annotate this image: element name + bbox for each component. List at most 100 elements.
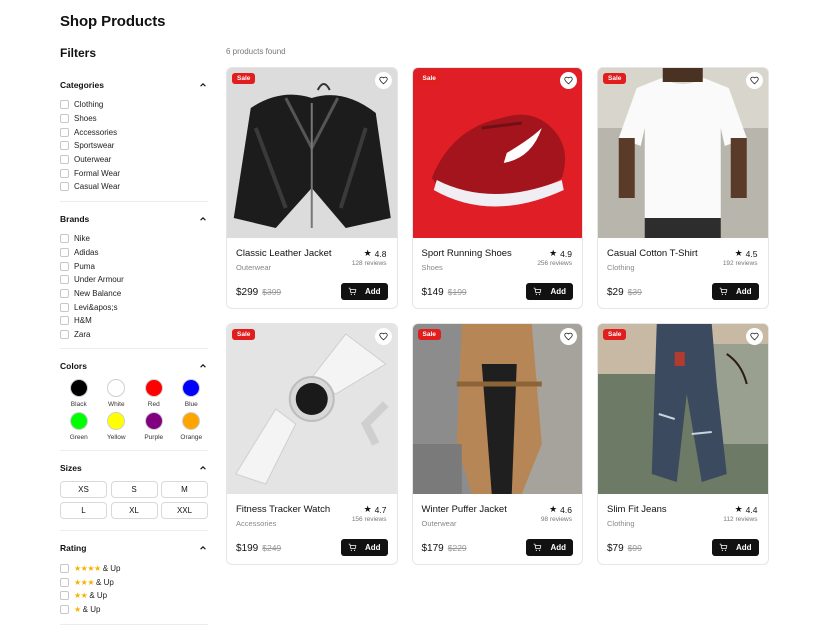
checkbox[interactable] — [60, 155, 69, 165]
heart-icon[interactable] — [374, 328, 392, 345]
brand-option[interactable]: Zara — [60, 328, 208, 342]
brand-option[interactable]: New Balance — [60, 287, 208, 301]
checkbox[interactable] — [60, 288, 69, 298]
checkbox[interactable] — [60, 302, 69, 312]
add-to-cart-button[interactable]: Add — [526, 282, 573, 300]
color-swatch[interactable] — [144, 379, 163, 398]
add-button-label: Add — [550, 542, 566, 552]
color-option[interactable]: Yellow — [98, 412, 136, 441]
product-image[interactable]: Sale — [412, 68, 582, 238]
checkbox[interactable] — [60, 316, 69, 326]
rating-label: & Up — [102, 563, 121, 573]
color-option[interactable]: Red — [135, 379, 173, 408]
color-option[interactable]: Green — [60, 412, 98, 441]
product-image[interactable]: Sale — [598, 324, 768, 494]
checkbox[interactable] — [60, 182, 69, 192]
size-button[interactable]: L — [60, 502, 107, 520]
checkbox[interactable] — [60, 100, 69, 110]
heart-icon[interactable] — [560, 328, 577, 345]
brand-option[interactable]: Under Armour — [60, 273, 208, 287]
product-card[interactable]: Sale Slim Fit Jeans Clothing ★ 4.4 112 review… — [597, 323, 769, 565]
size-button[interactable]: M — [161, 481, 208, 499]
sizes-header[interactable]: Sizes — [60, 459, 208, 477]
size-button[interactable]: XL — [110, 502, 158, 520]
chevron-up-icon[interactable] — [198, 214, 208, 224]
checkbox[interactable] — [60, 141, 69, 151]
brand-option[interactable]: Nike — [60, 232, 208, 246]
rating-option[interactable]: ★★★ & Up — [60, 575, 208, 589]
checkbox[interactable] — [60, 127, 69, 137]
color-option[interactable]: Orange — [173, 412, 211, 441]
color-swatch[interactable] — [144, 412, 163, 431]
checkbox[interactable] — [60, 563, 69, 573]
checkbox[interactable] — [60, 234, 69, 244]
category-option[interactable]: Clothing — [60, 98, 208, 112]
size-button[interactable]: S — [110, 481, 158, 499]
product-card[interactable]: Sale Winter Puffer Jacket Outerwear ★ 4.6 98 … — [411, 323, 583, 565]
checkbox[interactable] — [60, 247, 69, 257]
checkbox[interactable] — [60, 114, 69, 124]
chevron-up-icon[interactable] — [198, 463, 208, 473]
color-swatch[interactable] — [107, 412, 126, 431]
star-icon: ★ — [549, 248, 558, 258]
chevron-up-icon[interactable] — [198, 543, 208, 553]
review-count: 112 reviews — [723, 516, 758, 523]
color-swatch[interactable] — [182, 412, 201, 431]
add-to-cart-button[interactable]: Add — [526, 538, 573, 556]
brand-option[interactable]: H&M — [60, 314, 208, 328]
product-card[interactable]: Sale Casual Cotton T-Shirt Clothing ★ 4.5 192… — [597, 67, 769, 309]
product-card[interactable]: Sale Classic Leather Jacket Outerwear ★ 4.8 1… — [226, 67, 398, 309]
product-image[interactable]: Sale — [412, 324, 582, 494]
color-option[interactable]: White — [98, 379, 136, 408]
checkbox[interactable] — [60, 275, 69, 285]
color-option[interactable]: Purple — [135, 412, 173, 441]
product-card[interactable]: Sale Sport Running Shoes Shoes ★ 4.9 256 revi… — [411, 67, 583, 309]
product-card[interactable]: Sale Fitness Tracker Watch Accessories ★ 4.7… — [226, 323, 398, 565]
category-option[interactable]: Accessories — [60, 125, 208, 139]
checkbox[interactable] — [60, 261, 69, 271]
checkbox[interactable] — [60, 168, 69, 178]
add-to-cart-button[interactable]: Add — [711, 282, 759, 300]
heart-icon[interactable] — [745, 72, 763, 89]
chevron-up-icon[interactable] — [198, 361, 208, 371]
chevron-up-icon[interactable] — [198, 80, 208, 90]
rating-header[interactable]: Rating — [60, 539, 208, 557]
category-option[interactable]: Formal Wear — [60, 166, 208, 180]
colors-header[interactable]: Colors — [60, 357, 208, 375]
color-swatch[interactable] — [69, 412, 88, 431]
star-icon: ★ — [734, 504, 743, 514]
checkbox[interactable] — [60, 577, 69, 587]
color-swatch[interactable] — [69, 379, 88, 398]
color-swatch[interactable] — [107, 379, 126, 398]
checkbox[interactable] — [60, 329, 69, 339]
rating-option[interactable]: ★★ & Up — [60, 589, 208, 603]
brand-option[interactable]: Puma — [60, 259, 208, 273]
size-button[interactable]: XXL — [161, 502, 208, 520]
checkbox[interactable] — [60, 591, 69, 601]
product-image[interactable]: Sale — [227, 68, 397, 238]
color-swatch[interactable] — [182, 379, 201, 398]
brand-option[interactable]: Levi&apos;s — [60, 300, 208, 314]
brand-option[interactable]: Adidas — [60, 246, 208, 260]
add-to-cart-button[interactable]: Add — [340, 282, 388, 300]
product-image[interactable]: Sale — [227, 324, 397, 494]
category-option[interactable]: Shoes — [60, 112, 208, 126]
category-option[interactable]: Outerwear — [60, 153, 208, 167]
star-icon: ★ — [363, 504, 372, 514]
categories-header[interactable]: Categories — [60, 76, 208, 94]
checkbox[interactable] — [60, 605, 69, 615]
color-option[interactable]: Blue — [173, 379, 211, 408]
size-button[interactable]: XS — [60, 481, 107, 499]
add-to-cart-button[interactable]: Add — [340, 538, 388, 556]
heart-icon[interactable] — [374, 72, 392, 89]
brands-header[interactable]: Brands — [60, 210, 208, 228]
add-to-cart-button[interactable]: Add — [711, 538, 759, 556]
rating-option[interactable]: ★ & Up — [60, 603, 208, 617]
color-option[interactable]: Black — [60, 379, 98, 408]
category-option[interactable]: Casual Wear — [60, 180, 208, 194]
heart-icon[interactable] — [560, 72, 577, 89]
category-option[interactable]: Sportswear — [60, 139, 208, 153]
rating-option[interactable]: ★★★★ & Up — [60, 561, 208, 575]
product-image[interactable]: Sale — [598, 68, 768, 238]
heart-icon[interactable] — [745, 328, 763, 345]
